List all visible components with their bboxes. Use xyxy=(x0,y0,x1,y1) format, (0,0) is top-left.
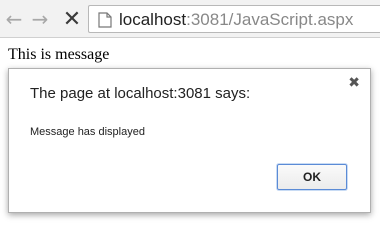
forward-arrow-icon[interactable]: → xyxy=(28,6,52,32)
url-path: :3081/JavaScript.aspx xyxy=(186,10,354,29)
close-icon[interactable]: ✖ xyxy=(348,75,360,91)
url-text: localhost:3081/JavaScript.aspx xyxy=(119,9,353,31)
page-icon xyxy=(98,12,112,28)
browser-toolbar: ← → ✕ localhost:3081/JavaScript.aspx xyxy=(0,0,380,38)
address-bar[interactable]: localhost:3081/JavaScript.aspx xyxy=(88,5,380,33)
dialog-message: Message has displayed xyxy=(30,126,145,138)
stop-loading-icon[interactable]: ✕ xyxy=(60,6,84,32)
page-message-text: This is message xyxy=(8,46,110,63)
back-arrow-icon[interactable]: ← xyxy=(2,6,26,32)
url-host: localhost xyxy=(119,10,187,29)
ok-button[interactable]: OK xyxy=(277,164,347,190)
dialog-title: The page at localhost:3081 says: xyxy=(30,85,251,102)
alert-dialog: ✖ The page at localhost:3081 says: Messa… xyxy=(8,68,371,213)
